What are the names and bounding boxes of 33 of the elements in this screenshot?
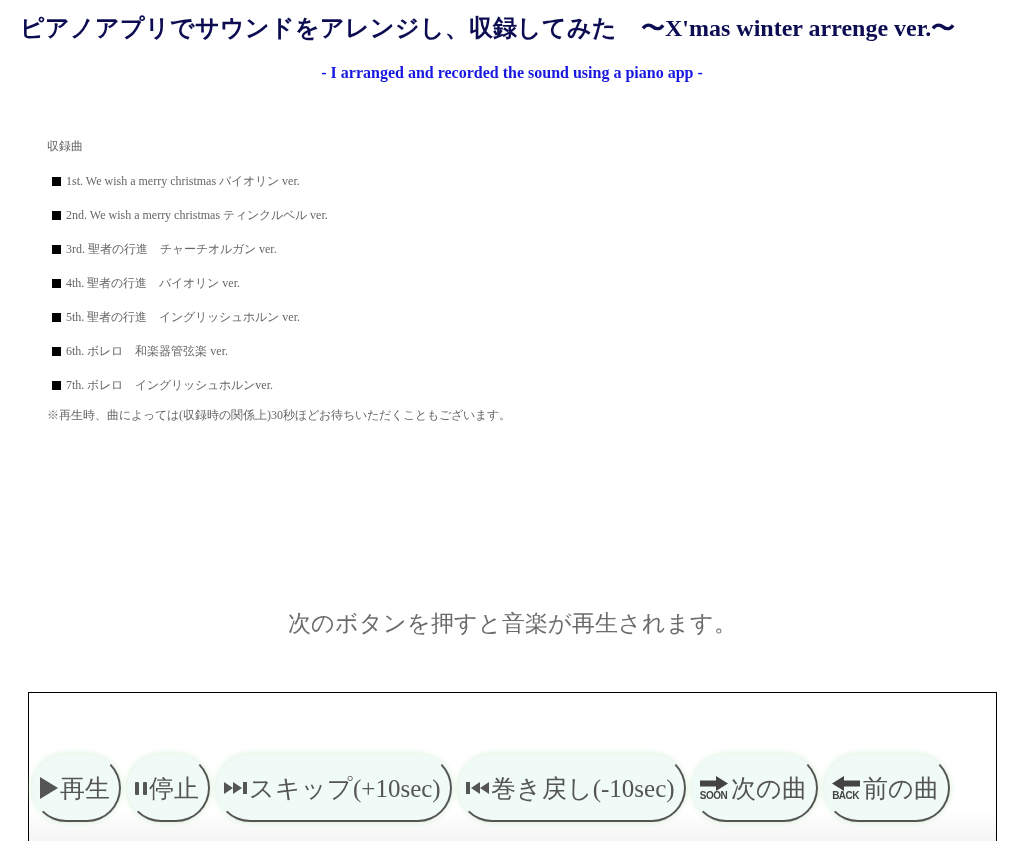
track-item: 4th. 聖者の行進 バイオリン ver. (66, 275, 240, 292)
page-subtitle: - I arranged and recorded the sound using a piano app - (321, 63, 703, 83)
next-track-button[interactable]: SOON 次の曲 (691, 754, 818, 822)
instruction-text: 次のボタンを押すと音楽が再生されます。 (287, 610, 737, 638)
track-item: 3rd. 聖者の行進 チャーチオルガン ver. (66, 241, 277, 258)
square-bullet-icon (52, 244, 61, 254)
square-bullet-icon (52, 278, 61, 288)
play-icon (40, 777, 58, 799)
square-bullet-icon (52, 312, 61, 322)
square-bullet-icon (52, 210, 61, 220)
skip-forward-icon (224, 782, 247, 794)
previous-track-button[interactable]: BACK 前の曲 (823, 754, 950, 822)
square-bullet-icon (52, 176, 61, 186)
square-bullet-icon (52, 380, 61, 390)
track-item: 5th. 聖者の行進 イングリッシュホルン ver. (66, 309, 300, 326)
track-item: 2nd. We wish a merry christmas ティンクルベル ver. (66, 207, 328, 224)
track-item: 7th. ボレロ イングリッシュホルンver. (66, 377, 273, 394)
track-item: 6th. ボレロ 和楽器管弦楽 ver. (66, 343, 228, 360)
track-item: 1st. We wish a merry christmas バイオリン ver. (66, 173, 300, 190)
playback-note: ※再生時、曲によっては(収録時の関係上)30秒ほどお待ちいただくこともございます。 (47, 407, 511, 424)
arrow-right-icon (699, 775, 728, 791)
page-title: ピアノアプリでサウンドをアレンジし、収録してみた 〜X'mas winter arrenge ver.〜 (20, 14, 956, 42)
pause-icon (135, 781, 147, 795)
skip-forward-button[interactable]: スキップ(+10sec) (216, 754, 452, 822)
stop-button[interactable]: 停止 (127, 754, 210, 822)
tracklist-heading: 収録曲 (47, 138, 83, 155)
rewind-icon (465, 782, 489, 794)
rewind-button[interactable]: 巻き戻し(-10sec) (457, 754, 686, 822)
arrow-left-icon (831, 775, 860, 791)
icon-caption: BACK (832, 790, 859, 801)
square-bullet-icon (52, 346, 61, 356)
icon-caption: SOON (699, 790, 728, 801)
play-button[interactable]: 再生 (32, 754, 121, 822)
